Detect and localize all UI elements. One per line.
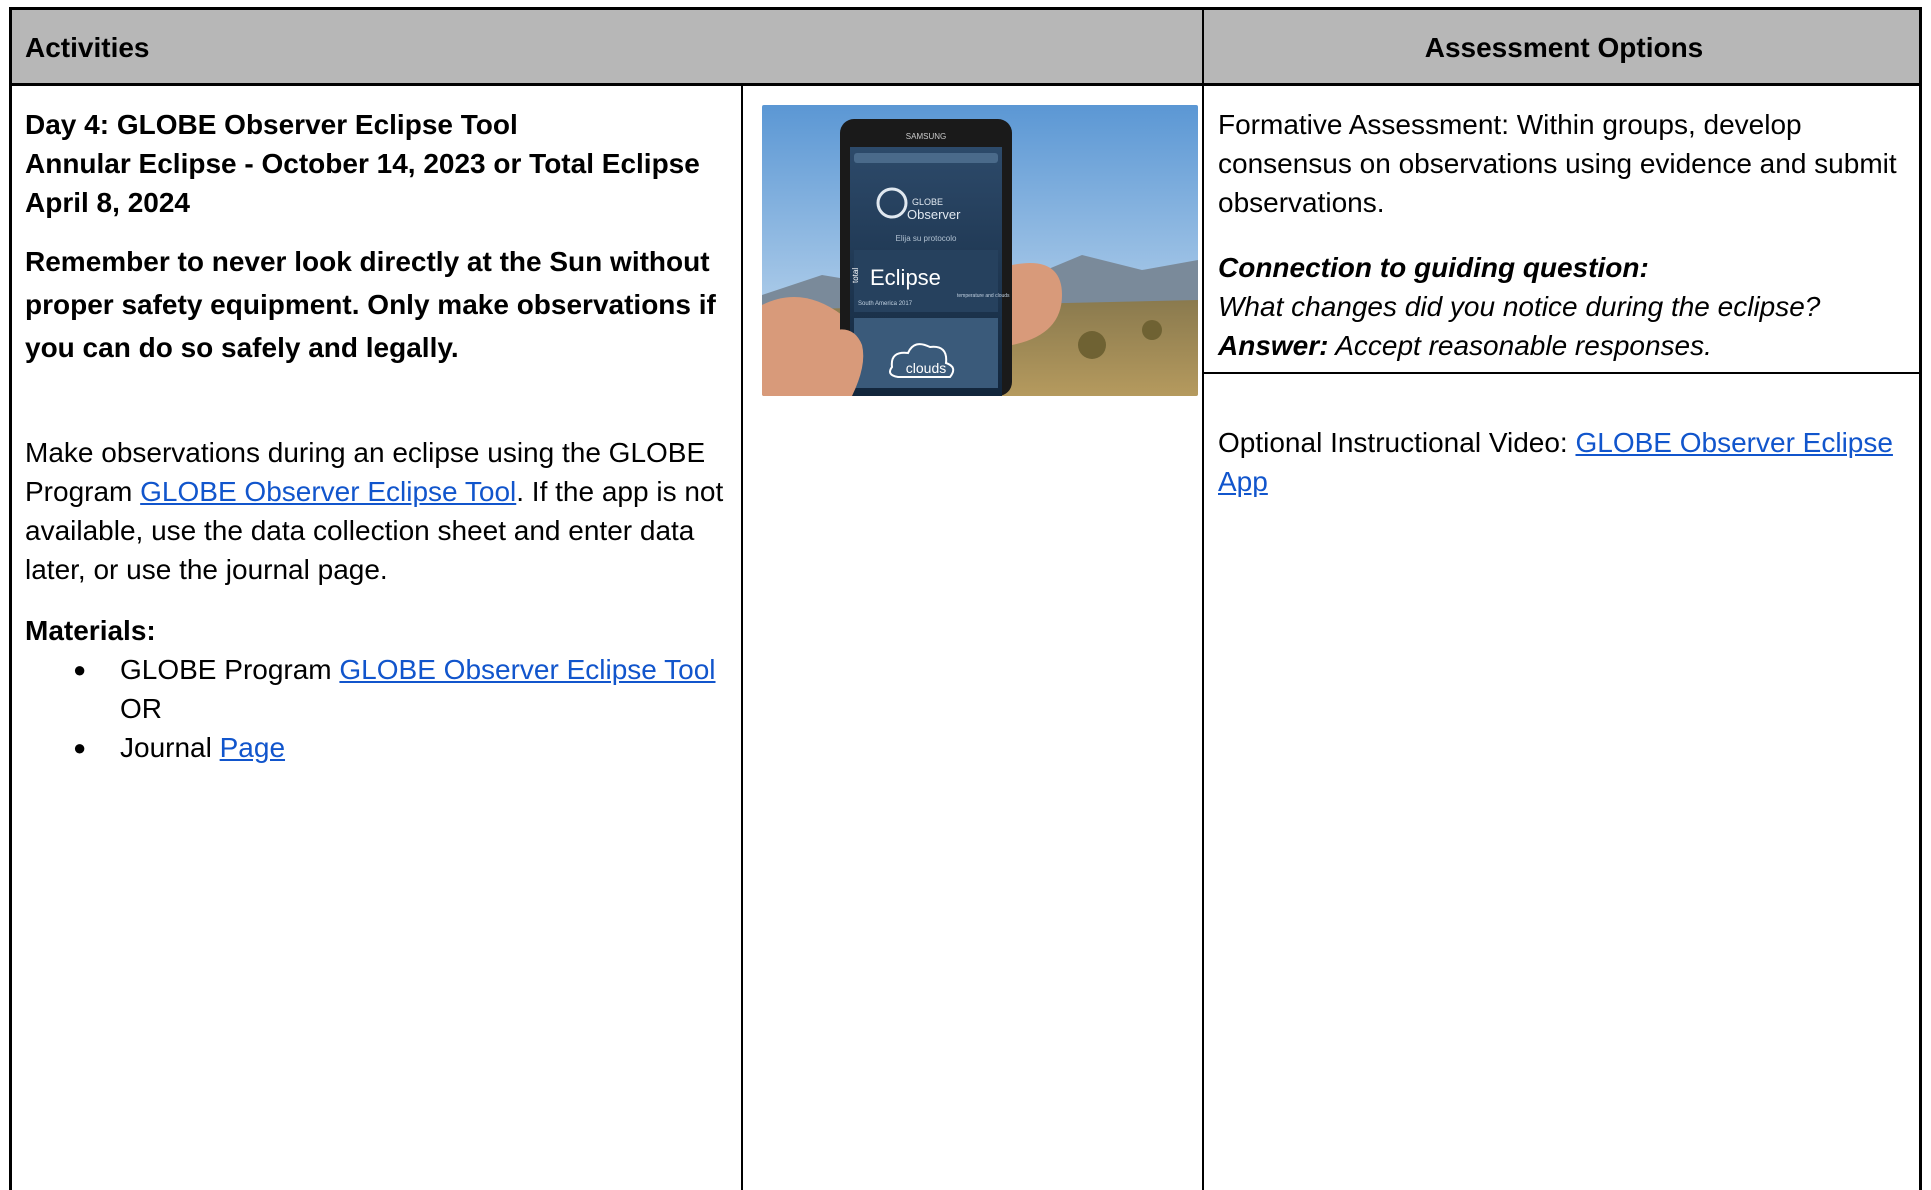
connection-question: What changes did you notice during the e…	[1218, 291, 1821, 322]
activities-cell: Day 4: GLOBE Observer Eclipse Tool Annul…	[25, 105, 735, 767]
activity-body: Make observations during an eclipse usin…	[25, 437, 724, 585]
assessment-header: Assessment Options	[1424, 32, 1704, 63]
answer-line: Answer: Accept reasonable responses.	[1218, 330, 1712, 361]
activities-header: Activities	[25, 32, 150, 63]
materials-list: GLOBE Program GLOBE Observer Eclipse Too…	[25, 650, 735, 767]
lesson-table: Activities Assessment Options Day 4: GLO…	[9, 7, 1922, 1190]
app-globe-text: GLOBE	[912, 197, 943, 207]
eclipse-region-text: South America 2017	[858, 301, 913, 307]
clouds-word-text: clouds	[906, 360, 946, 376]
formative-assessment: Formative Assessment: Within groups, dev…	[1218, 109, 1897, 218]
instructional-video: Optional Instructional Video: GLOBE Obse…	[1218, 427, 1893, 497]
safety-warning: Remember to never look directly at the S…	[25, 246, 716, 363]
eclipse-caption-text: temperature and clouds	[957, 293, 1010, 299]
phone-in-hand-image: SAMSUNG GLOBE Observer Elija su protocol…	[762, 105, 1198, 396]
assessment-row-divider	[1202, 372, 1919, 374]
list-item: Journal Page	[73, 728, 735, 767]
globe-observer-eclipse-tool-link[interactable]: GLOBE Observer Eclipse Tool	[140, 476, 516, 507]
materials-label: Materials:	[25, 615, 156, 646]
phone-brand-text: SAMSUNG	[906, 132, 946, 141]
assessment-cell: Formative Assessment: Within groups, dev…	[1218, 105, 1918, 365]
app-subtitle-text: Elija su protocolo	[896, 234, 957, 243]
activity-dates: Annular Eclipse - October 14, 2023 or To…	[25, 148, 700, 218]
journal-page-link[interactable]: Page	[220, 732, 285, 763]
table-header-row: Activities Assessment Options	[12, 10, 1919, 86]
connection-label: Connection to guiding question:	[1218, 252, 1649, 283]
column-divider-main	[1202, 10, 1204, 1190]
eclipse-app-photo: SAMSUNG GLOBE Observer Elija su protocol…	[762, 105, 1198, 396]
activity-title: Day 4: GLOBE Observer Eclipse Tool	[25, 109, 518, 140]
list-item: GLOBE Program GLOBE Observer Eclipse Too…	[73, 650, 735, 728]
column-divider-photo	[741, 86, 743, 1190]
eclipse-total-text: total	[851, 268, 860, 283]
app-observer-text: Observer	[907, 207, 961, 222]
instructional-video-cell: Optional Instructional Video: GLOBE Obse…	[1218, 395, 1918, 529]
eclipse-word-text: Eclipse	[870, 265, 941, 290]
materials-eclipse-tool-link[interactable]: GLOBE Observer Eclipse Tool	[339, 654, 715, 685]
